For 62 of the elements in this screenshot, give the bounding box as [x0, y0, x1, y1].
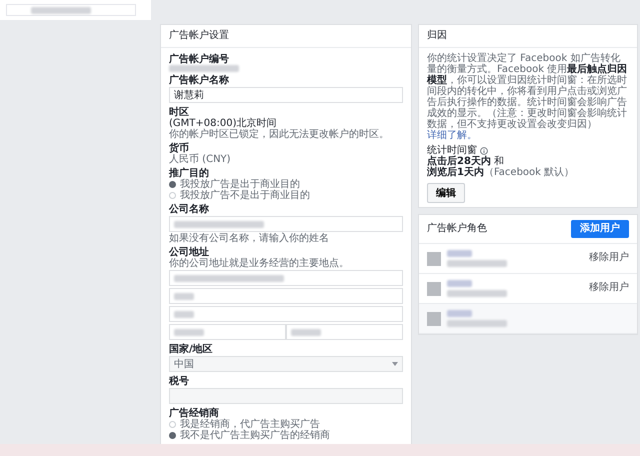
input-field[interactable] [169, 388, 403, 404]
input-field[interactable] [169, 288, 403, 304]
input-field[interactable] [169, 270, 403, 286]
field-label: 广告经销商 [169, 408, 220, 419]
card-title: 广告帐户设置 [161, 25, 411, 48]
description-text: 你的统计设置决定了 Facebook 如广告转化量的衡量方式。Facebook 使用最后触点归因模型，你可以设置归因统计时间窗：在所选时间段内的转化中，你将看到用户点击或浏览广告后执行操作的数据。统计时间窗会影响广告成效的显示。（注意：更改时间窗会影响统计数据，但不支持更改设置会改变归因） 详细了解。 [427, 53, 628, 141]
blurred-text [169, 65, 239, 72]
add-user-button[interactable]: 添加用户 [571, 220, 629, 238]
window-suffix: 和 [494, 156, 504, 167]
field-label: 推广目的 [169, 168, 210, 179]
blurred-text [31, 6, 91, 14]
radio-button[interactable] [169, 432, 176, 439]
option-label: 我投放广告是出于商业目的 [180, 179, 300, 190]
blurred-text [291, 328, 321, 336]
avatar-placeholder [427, 252, 441, 266]
window-value: 浏览后1天内 [427, 167, 484, 178]
input-field[interactable] [286, 324, 403, 340]
blurred-text [174, 292, 194, 300]
remove-user-link[interactable]: 移除用户 [589, 280, 629, 294]
field-label: 公司名称 [169, 204, 210, 215]
input-field[interactable] [169, 216, 403, 232]
field-value: 人民币 (CNY) [169, 154, 232, 165]
field-label: 货币 [169, 143, 190, 154]
avatar-placeholder [427, 312, 441, 326]
input-field[interactable] [169, 306, 403, 322]
input-field[interactable] [169, 324, 286, 340]
radio-button[interactable] [169, 181, 176, 188]
field-label: 广告帐户编号 [169, 54, 230, 65]
edit-button[interactable]: 编辑 [427, 183, 465, 203]
blurred-text [447, 280, 472, 287]
learn-more-link[interactable]: 详细了解。 [427, 130, 477, 141]
field-value: (GMT+08:00)北京时间 [169, 118, 278, 129]
search-field[interactable] [6, 4, 136, 16]
blurred-text [174, 310, 194, 318]
blurred-text [447, 250, 472, 257]
field-label: 国家/地区 [169, 344, 214, 355]
avatar-placeholder [427, 282, 441, 296]
field-label: 税号 [169, 376, 190, 387]
hint-text: 你的公司地址就是业务经营的主要地点。 [169, 258, 350, 269]
field-label: 时区 [169, 107, 190, 118]
blurred-text [174, 328, 204, 336]
blurred-text [447, 310, 472, 317]
option-label: 我不是代广告主购买广告的经销商 [180, 430, 330, 441]
hint-text: 你的帐户时区已锁定，因此无法更改帐户的时区。 [169, 129, 390, 140]
window-suffix: （Facebook 默认） [484, 167, 574, 178]
field-label: 统计时间窗 [427, 145, 477, 156]
field-label: 公司地址 [169, 247, 209, 258]
card-title: 广告帐户角色 [427, 223, 487, 235]
info-icon [480, 146, 488, 154]
blurred-text [447, 320, 507, 327]
option-label: 我投放广告不是出于商业目的 [180, 190, 310, 201]
field-label: 广告帐户名称 [169, 75, 230, 86]
input-field[interactable]: 谢慧莉 [169, 87, 403, 103]
hint-text: 如果没有公司名称，请输入你的姓名 [169, 233, 330, 244]
blurred-text [447, 260, 507, 267]
card-title: 归因 [419, 25, 637, 48]
country-select[interactable]: 中国 [169, 356, 403, 372]
blurred-text [447, 290, 507, 297]
window-value: 点击后28天内 [427, 156, 491, 167]
caret-icon [392, 362, 398, 366]
remove-user-link[interactable]: 移除用户 [589, 250, 629, 264]
option-label: 我是经销商，代广告主购买广告 [180, 419, 320, 430]
